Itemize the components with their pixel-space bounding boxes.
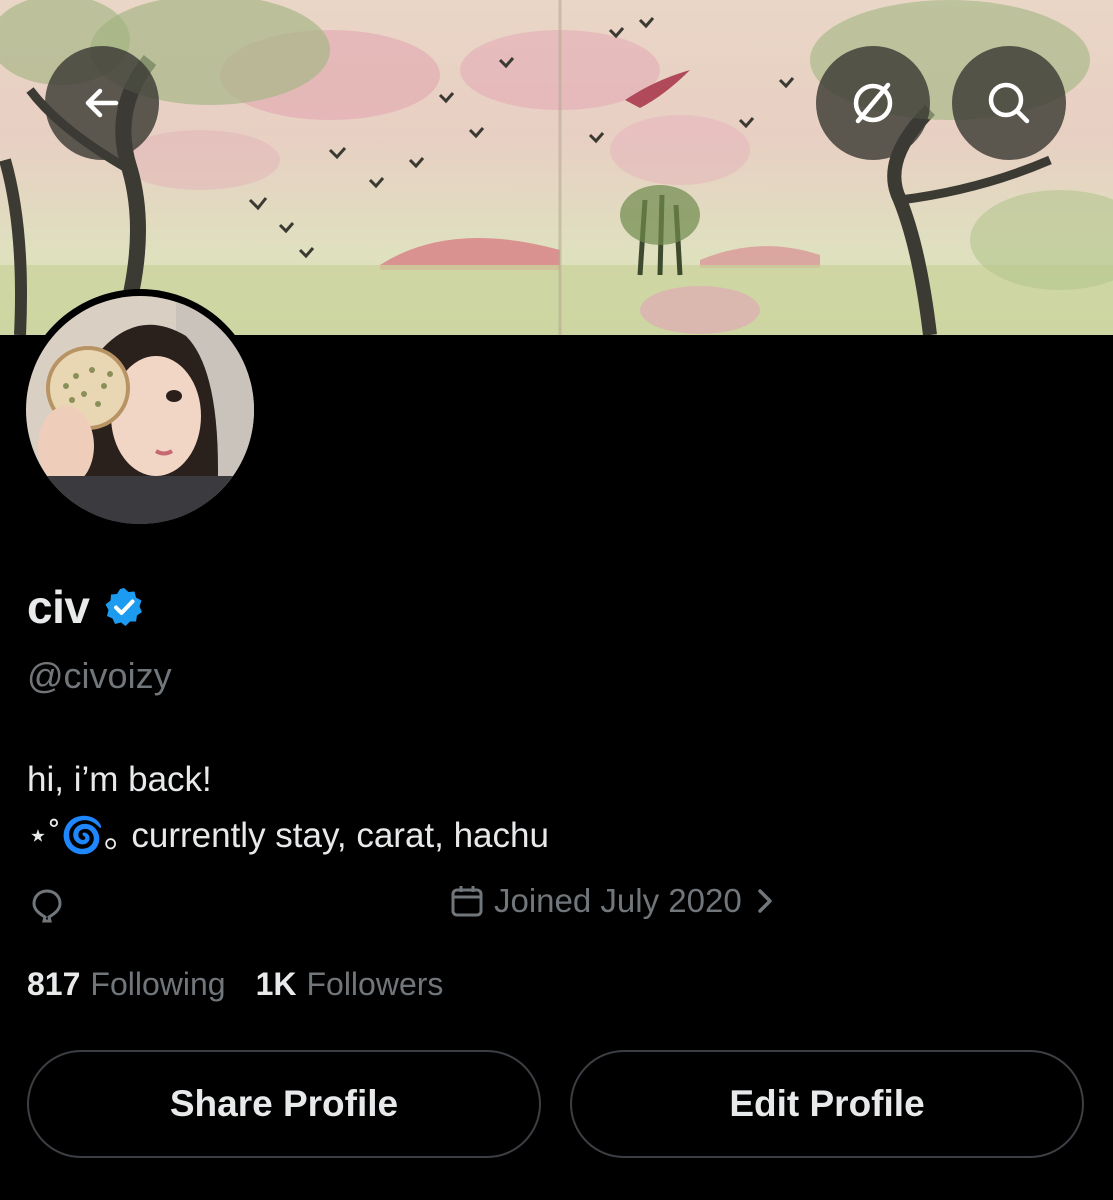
- bio-line: ⋆˚🌀｡ currently stay, carat, hachu: [27, 816, 549, 855]
- avatar[interactable]: [19, 289, 261, 531]
- following-count: 817: [27, 966, 81, 1002]
- share-profile-button[interactable]: Share Profile: [27, 1050, 541, 1158]
- followers-count: 1K: [255, 966, 297, 1002]
- joined-text: Joined July 2020: [494, 882, 742, 919]
- profile-banner[interactable]: [0, 0, 1113, 335]
- verified-badge-icon[interactable]: [103, 586, 145, 628]
- bio-line: hi, i’m back!: [27, 760, 212, 799]
- globe-slash-icon: [853, 82, 893, 124]
- edit-profile-button[interactable]: Edit Profile: [570, 1050, 1084, 1158]
- banner-illustration: [0, 0, 1113, 335]
- avatar-photo: [26, 296, 254, 524]
- followers-label: Followers: [306, 966, 444, 1002]
- user-handle: @civoizy: [27, 655, 172, 696]
- search-button[interactable]: [952, 46, 1066, 160]
- display-name: civ: [27, 581, 90, 633]
- arrow-left-icon: [85, 88, 119, 118]
- chevron-right-icon: [757, 889, 772, 913]
- follow-stats: 817 Following 1K Followers: [27, 966, 473, 1003]
- following-label: Following: [90, 966, 226, 1002]
- followers-link[interactable]: 1K Followers: [256, 966, 444, 1003]
- translate-button[interactable]: [816, 46, 930, 160]
- location-pin-icon: [32, 889, 62, 923]
- joined-date[interactable]: Joined July 2020: [450, 882, 774, 920]
- name-row: civ: [27, 580, 145, 634]
- bio: hi, i’m back! ⋆˚🌀｡ currently stay, carat…: [27, 752, 549, 864]
- calendar-icon: [451, 886, 483, 917]
- search-icon: [988, 82, 1030, 124]
- following-link[interactable]: 817 Following: [27, 966, 226, 1003]
- profile-meta: Joined July 2020: [27, 880, 1087, 930]
- back-button[interactable]: [45, 46, 159, 160]
